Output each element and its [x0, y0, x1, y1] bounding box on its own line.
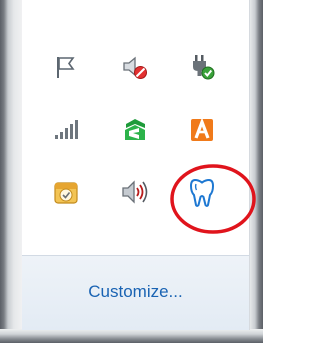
tray-overflow-window: Customize... [0, 0, 263, 343]
window-border-bottom [0, 329, 263, 343]
volume-muted-icon[interactable] [115, 47, 155, 87]
flag-icon[interactable] [46, 47, 86, 87]
tray-icon-grid [22, 0, 250, 255]
window-border-right [249, 0, 263, 343]
window-border-left [0, 0, 22, 343]
customize-link[interactable]: Customize... [22, 282, 249, 302]
tray-footer: Customize... [22, 255, 250, 330]
tooth-icon[interactable] [182, 172, 222, 212]
calendar-clock-icon[interactable] [46, 172, 86, 212]
speaker-icon[interactable] [115, 172, 155, 212]
orange-a-app-icon[interactable] [182, 110, 222, 150]
power-plug-icon[interactable] [182, 47, 222, 87]
green-app-icon[interactable] [115, 110, 155, 150]
network-signal-icon[interactable] [46, 110, 86, 150]
